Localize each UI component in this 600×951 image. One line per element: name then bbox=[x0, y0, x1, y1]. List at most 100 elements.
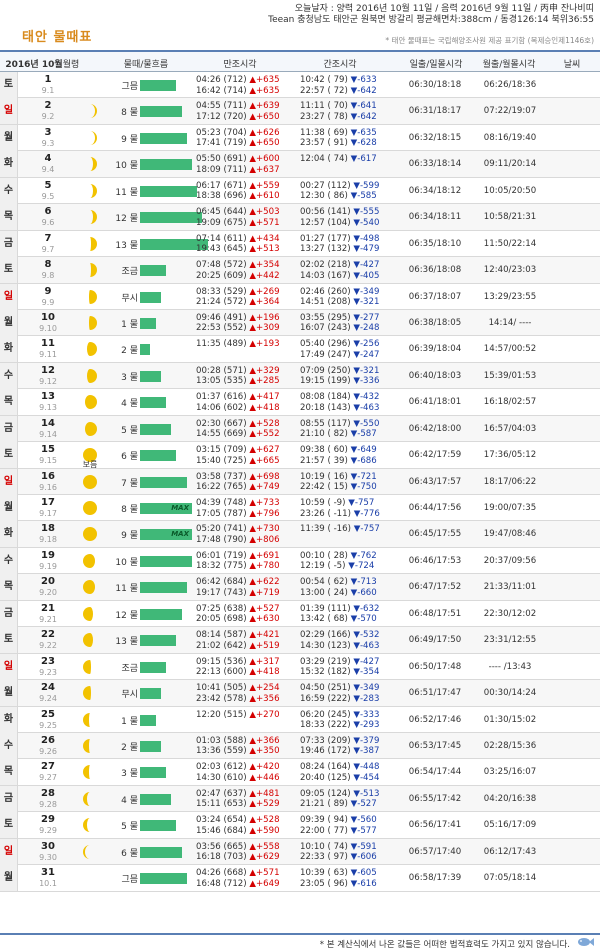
low-tide-2-change: ▼-247 bbox=[353, 349, 380, 360]
low-tide-cell: 01:27 (177) ▼-498 13:27 (132) ▼-479 bbox=[300, 234, 400, 255]
weekday: 화 bbox=[0, 336, 18, 363]
date-cell: 12 9.12 bbox=[30, 365, 66, 387]
moonrise-moonset: 03:25/16:07 bbox=[483, 767, 537, 778]
weekday: 월 bbox=[0, 124, 18, 151]
solar-day: 3 bbox=[44, 126, 52, 138]
weekday: 목 bbox=[0, 574, 18, 601]
moon-phase-icon bbox=[82, 685, 98, 701]
high-tide-cell: 08:33 (529) ▲+269 21:24 (572) ▲+364 bbox=[196, 287, 294, 308]
high-tide-cell: 02:30 (667) ▲+528 14:55 (669) ▲+552 bbox=[196, 419, 294, 440]
moon-phase-icon bbox=[82, 553, 98, 569]
tide-strength-bar bbox=[140, 582, 187, 594]
moon-phase-icon bbox=[82, 738, 98, 754]
weekday: 금 bbox=[0, 415, 18, 442]
date-cell: 14 9.14 bbox=[30, 418, 66, 440]
low-tide-cell: 10:39 ( 63) ▼-605 23:05 ( 96) ▼-616 bbox=[300, 868, 400, 889]
low-tide-1: 00:56 (141) bbox=[300, 207, 351, 218]
low-tide-2: 16:59 (222) bbox=[300, 693, 351, 704]
high-tide-cell: 00:28 (571) ▲+329 13:05 (535) ▲+285 bbox=[196, 366, 294, 387]
moonrise-moonset: 20:37/09:56 bbox=[483, 555, 537, 566]
moon-phase-icon bbox=[82, 421, 98, 437]
high-tide-2: 13:05 (535) bbox=[196, 376, 247, 387]
tide-strength-bar bbox=[140, 265, 166, 277]
moon-phase-icon bbox=[82, 870, 98, 886]
weekday: 토 bbox=[0, 812, 18, 839]
moonrise-moonset: 06:12/17:43 bbox=[483, 846, 537, 857]
high-tide-2: 15:46 (684) bbox=[196, 825, 247, 836]
high-tide-2-change: ▲+309 bbox=[249, 323, 280, 334]
tide-strength-bar bbox=[140, 635, 176, 647]
low-tide-2-change: ▼-283 bbox=[353, 693, 380, 704]
moonrise-moonset: 19:00/07:35 bbox=[483, 503, 537, 513]
low-tide-cell: 04:50 (251) ▼-349 16:59 (222) ▼-283 bbox=[300, 683, 400, 704]
solar-day: 19 bbox=[41, 549, 55, 561]
high-tide-1-change: ▲+559 bbox=[249, 180, 280, 191]
tide-strength-bar bbox=[140, 132, 187, 144]
page-title: 태안 물때표 bbox=[22, 30, 93, 45]
weekday: 수 bbox=[0, 547, 18, 574]
high-tide-2: 21:02 (642) bbox=[196, 640, 247, 651]
lunar-date: 9.1 bbox=[41, 86, 55, 95]
high-tide-1-change: ▲+434 bbox=[249, 233, 280, 244]
tide-name: 10 물 bbox=[115, 557, 138, 568]
lunar-date: 9.18 bbox=[39, 535, 57, 545]
high-tide-1: 05:50 (691) bbox=[196, 154, 247, 165]
sunrise-sunset: 06:40/18:03 bbox=[408, 370, 462, 381]
source-note: * 태안 물때표는 국립해양조사원 제공 표기함 (복제승인제1146호) bbox=[385, 36, 594, 45]
solar-day: 29 bbox=[41, 814, 55, 826]
location-line: Teean 충청남도 태안군 원북면 방갈리 평균해면차:388cm / 동경1… bbox=[268, 14, 594, 25]
tide-name: 8 물 bbox=[121, 108, 138, 119]
date-cell: 17 9.17 bbox=[30, 497, 66, 519]
date-info: 오늘날자 : 양력 2016년 10월 11일 / 음력 2016년 9월 11… bbox=[268, 4, 594, 25]
solar-day: 22 bbox=[41, 629, 55, 641]
table-row: 금 7 9.7 13 물 07:14 (611) ▲+434 19:43 (645) ▲+… bbox=[0, 230, 600, 258]
solar-day: 12 bbox=[41, 364, 55, 376]
high-tide-1: 04:55 (711) bbox=[196, 101, 247, 112]
high-tide-cell: 03:24 (654) ▲+528 15:46 (684) ▲+590 bbox=[196, 815, 294, 836]
low-tide-1-change: ▼-321 bbox=[353, 365, 380, 376]
high-tide-2-change: ▲+749 bbox=[249, 482, 280, 493]
high-tide-2: 15:11 (653) bbox=[196, 799, 247, 810]
moonrise-moonset: 18:17/06:22 bbox=[483, 476, 537, 487]
lunar-date: 9.23 bbox=[39, 667, 57, 677]
solar-day: 4 bbox=[44, 153, 52, 165]
low-tide-1-change: ▼-635 bbox=[350, 127, 377, 138]
solar-day: 17 bbox=[41, 497, 55, 508]
high-tide-1: 03:58 (737) bbox=[196, 471, 247, 482]
moonrise-moonset: 15:39/01:53 bbox=[483, 370, 537, 381]
table-row: 월 31 10.1 그믐 04:26 (668) ▲+571 16:48 (712) ▲+… bbox=[0, 865, 600, 892]
solar-day: 30 bbox=[41, 840, 55, 852]
low-tide-2-change: ▼-463 bbox=[353, 640, 380, 651]
high-tide-1-change: ▲+698 bbox=[249, 471, 280, 482]
low-tide-2: 23:57 ( 91) bbox=[300, 138, 348, 149]
high-tide-1-change: ▲+558 bbox=[249, 841, 280, 852]
high-tide-1-change: ▲+528 bbox=[249, 418, 280, 429]
low-tide-1-change: ▼-532 bbox=[353, 630, 380, 641]
low-tide-cell: 09:38 ( 60) ▼-649 21:57 ( 39) ▼-686 bbox=[300, 445, 400, 466]
low-tide-2: 23:27 ( 78) bbox=[300, 111, 348, 122]
sunrise-sunset: 06:30/18:18 bbox=[408, 80, 462, 90]
low-tide-1-change: ▼-349 bbox=[353, 683, 380, 694]
date-cell: 4 9.4 bbox=[30, 153, 66, 175]
low-tide-1-change: ▼-633 bbox=[350, 75, 377, 85]
low-tide-1-change: ▼-605 bbox=[350, 868, 377, 879]
low-tide-2: 13:00 ( 24) bbox=[300, 587, 348, 598]
weekday: 화 bbox=[0, 521, 18, 548]
sunrise-sunset: 06:50/17:48 bbox=[408, 661, 462, 672]
moon-phase-icon bbox=[82, 474, 98, 490]
weekday: 토 bbox=[0, 442, 18, 469]
moonrise-moonset: 10:05/20:50 bbox=[483, 185, 537, 196]
solar-day: 6 bbox=[44, 206, 52, 218]
moonrise-moonset: 09:11/20:14 bbox=[483, 159, 537, 170]
lunar-date: 9.2 bbox=[41, 112, 55, 122]
moon-phase-icon bbox=[82, 659, 98, 675]
high-tide-cell: 05:20 (741) ▲+730 17:48 (790) ▲+806 bbox=[196, 524, 294, 545]
low-tide-1-change: ▼-757 bbox=[348, 498, 375, 508]
sunrise-sunset: 06:45/17:55 bbox=[408, 529, 462, 540]
low-tide-1: 10:39 ( 63) bbox=[300, 868, 348, 879]
moonrise-moonset: 05:16/17:09 bbox=[483, 820, 537, 831]
low-tide-1: 08:24 (164) bbox=[300, 762, 351, 773]
date-cell: 10 9.10 bbox=[30, 312, 66, 334]
sunrise-sunset: 06:34/18:11 bbox=[408, 212, 462, 223]
low-tide-cell: 10:42 ( 79) ▼-633 22:57 ( 72) ▼-642 bbox=[300, 75, 400, 96]
